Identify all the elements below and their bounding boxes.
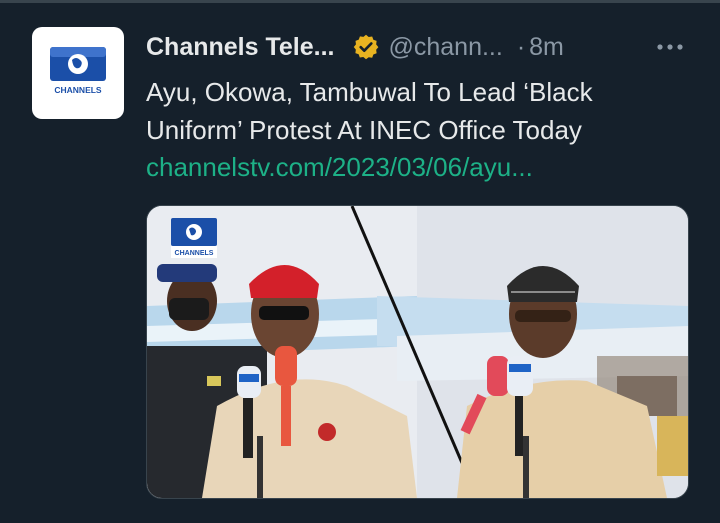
tweet-card[interactable]: CHANNELS Channels Tele... @chann... · 8m… [0,3,720,523]
tweet-media-image[interactable]: CHANNELS [146,205,689,499]
verified-badge-icon[interactable] [352,33,380,61]
separator-dot: · [516,32,526,61]
watermark-text: CHANNELS [175,250,214,257]
more-options-icon[interactable] [654,33,686,61]
news-photo: CHANNELS [147,206,688,498]
channels-logo-icon: CHANNELS [50,47,106,97]
avatar[interactable]: CHANNELS [32,27,124,119]
handle[interactable]: @chann... [388,33,502,62]
display-name[interactable]: Channels Tele... [146,33,334,62]
tweet-header: Channels Tele... @chann... · 8m [146,29,696,65]
channels-watermark-icon: CHANNELS [171,218,217,258]
timestamp[interactable]: 8m [529,33,564,62]
avatar-logo-text: CHANNELS [54,85,102,95]
tweet-text: Ayu, Okowa, Tambuwal To Lead ‘Black Unif… [146,77,593,145]
article-link[interactable]: channelstv.com/2023/03/06/ayu... [146,149,533,185]
